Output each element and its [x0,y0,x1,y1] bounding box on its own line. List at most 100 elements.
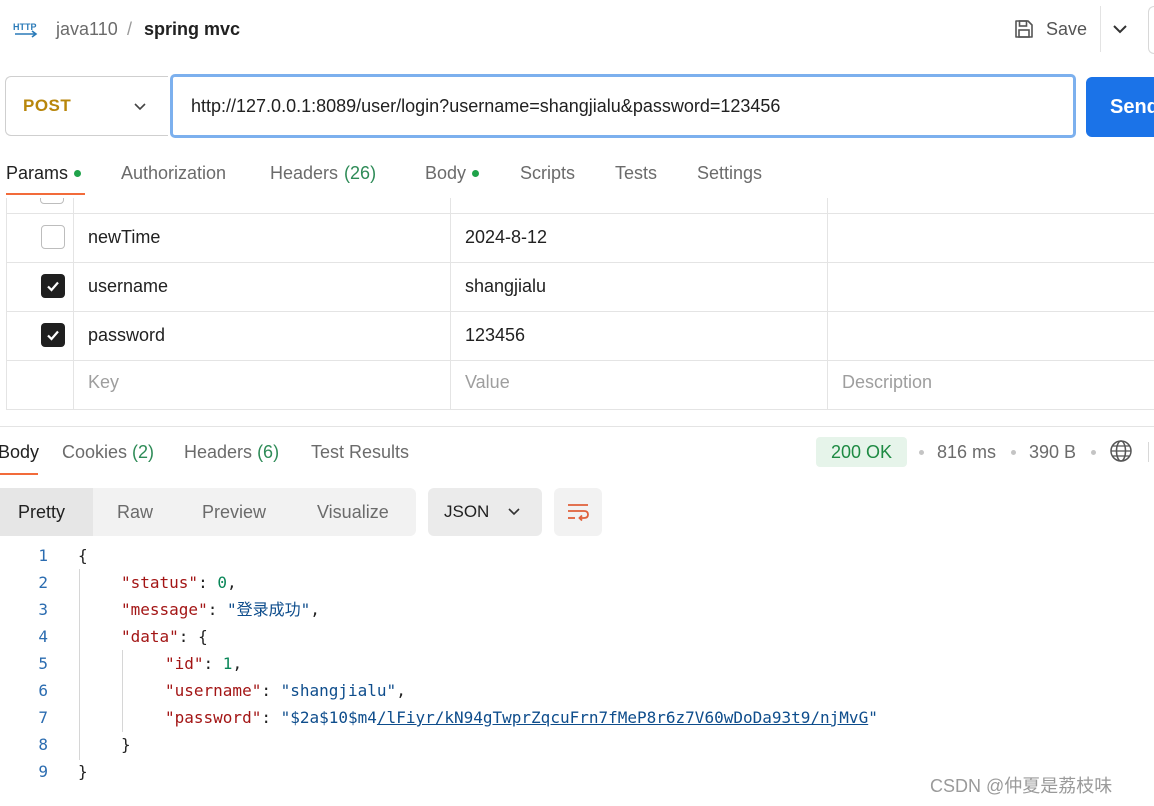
tab-scripts[interactable]: Scripts [520,162,575,184]
active-tab-indicator [6,193,85,195]
response-time[interactable]: 816 ms [937,441,996,463]
param-checkbox-password[interactable] [41,323,65,347]
response-tab-headers[interactable]: Headers (6) [184,441,279,463]
code-text[interactable]: } [78,758,88,785]
view-pretty[interactable]: Pretty [18,501,65,523]
param-checkbox-username[interactable] [41,274,65,298]
new-param-value-input[interactable]: Value [465,371,510,393]
code-line: 4 "data": { [0,623,1154,650]
watermark: CSDN @仲夏是荔枝味 [930,776,1113,796]
format-select[interactable]: JSON [428,488,542,536]
code-line: 7 "password": "$2a$10$m4/lFiyr/kN94gTwpr… [0,704,1154,731]
tab-tests[interactable]: Tests [615,162,657,184]
json-key: "message" [121,600,208,619]
wrap-lines-button[interactable] [554,488,602,536]
tab-body-label: Body [425,163,467,183]
json-string: "登录成功" [226,600,311,619]
tab-tests-label: Tests [615,163,658,183]
scrolled-row-checkbox[interactable] [40,198,68,204]
code-text[interactable]: } [121,731,131,758]
table-divider [827,198,828,410]
response-tab-headers-count: (6) [257,442,280,462]
method-label: POST [23,96,72,115]
code-line: 3 "message": "登录成功", [0,596,1154,623]
tab-headers[interactable]: Headers (26) [270,162,376,184]
body-active-dot [472,169,480,177]
request-name[interactable]: spring mvc [144,18,240,40]
tab-authorization-label: Authorization [121,163,227,183]
response-size[interactable]: 390 B [1029,441,1076,463]
line-number: 4 [38,627,48,646]
url-input[interactable]: http://127.0.0.1:8089/user/login?usernam… [170,74,1076,138]
save-icon [1015,20,1033,38]
send-button[interactable]: Send [1086,77,1154,137]
param-key-newtime[interactable]: newTime [88,226,160,248]
code-text[interactable]: "status": 0, [121,569,237,596]
new-param-description-input[interactable]: Description [842,371,932,393]
param-checkbox-newtime[interactable] [41,225,65,249]
json-string: " [868,708,878,727]
tab-authorization[interactable]: Authorization [121,162,226,184]
globe-icon[interactable] [1109,439,1133,463]
http-request-icon: HTTP [12,18,40,40]
chevron-down-icon [134,103,146,111]
response-tab-test-results[interactable]: Test Results [311,441,409,463]
meta-separator [1011,450,1016,455]
json-key: "username" [165,681,262,700]
tab-params-label: Params [6,163,69,183]
line-number: 2 [38,573,48,592]
code-text[interactable]: "message": "登录成功", [121,596,320,623]
breadcrumb-separator: / [127,19,133,39]
json-string-link[interactable]: /lFiyr/kN94gTwprZqcuFrn7fMeP8r6z7V60wDoD… [377,708,868,727]
table-divider [6,213,1154,214]
breadcrumb-workspace[interactable]: java110 [56,18,118,40]
code-line: 2 "status": 0, [0,569,1154,596]
tab-scripts-label: Scripts [520,163,576,183]
view-visualize[interactable]: Visualize [317,501,389,523]
json-string: "shangjialu" [280,681,397,700]
line-number: 5 [38,654,48,673]
code-line: 8 } [0,731,1154,758]
method-select[interactable]: POST [5,76,168,136]
json-key: "status" [121,573,199,592]
line-number: 9 [38,762,48,781]
json-brace: { [198,627,208,646]
json-key: "data" [121,627,179,646]
json-number: 0 [217,573,227,592]
param-value-password[interactable]: 123456 [465,324,525,346]
code-line: 5 "id": 1, [0,650,1154,677]
param-key-password[interactable]: password [88,324,165,346]
param-key-username[interactable]: username [88,275,168,297]
code-text[interactable]: "data": { [121,623,208,650]
code-text[interactable]: "password": "$2a$10$m4/lFiyr/kN94gTwprZq… [165,704,878,731]
table-divider [6,262,1154,263]
meta-separator [919,450,924,455]
param-value-username[interactable]: shangjialu [465,275,546,297]
response-tab-cookies[interactable]: Cookies (2) [62,441,154,463]
tab-body[interactable]: Body [425,162,480,184]
tab-params[interactable]: Params [6,162,82,184]
param-value-newtime[interactable]: 2024-8-12 [465,226,547,248]
code-text[interactable]: "id": 1, [165,650,242,677]
code-text[interactable]: "username": "shangjialu", [165,677,406,704]
response-divider [0,426,1154,427]
line-number: 8 [38,735,48,754]
response-tab-cookies-count: (2) [132,442,155,462]
params-table [6,198,1154,410]
table-divider [73,198,74,410]
http-icon-text: HTTP [13,22,37,32]
tab-settings[interactable]: Settings [697,162,762,184]
status-badge[interactable]: 200 OK [816,437,907,467]
view-preview[interactable]: Preview [202,501,266,523]
json-string: "$2a$10$m4 [280,708,377,727]
new-param-key-input[interactable]: Key [88,371,119,393]
save-button[interactable]: Save [1012,14,1087,44]
table-divider [450,198,451,410]
share-button-edge[interactable] [1148,6,1154,54]
view-raw[interactable]: Raw [117,501,153,523]
code-text[interactable]: { [78,542,88,569]
table-divider [6,360,1154,361]
save-options-chevron-down-icon[interactable] [1110,18,1130,40]
response-tab-cookies-label: Cookies [62,442,128,462]
response-tab-body[interactable]: Body [0,441,39,463]
